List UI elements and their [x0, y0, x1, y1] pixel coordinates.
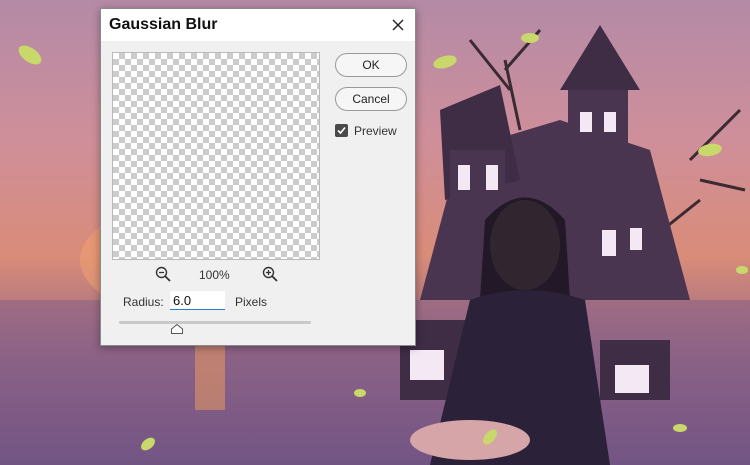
cancel-button[interactable]: Cancel [335, 87, 407, 111]
close-icon [392, 19, 404, 31]
dialog-titlebar[interactable]: Gaussian Blur [101, 9, 415, 41]
close-button[interactable] [387, 14, 409, 36]
radius-label: Radius: [123, 295, 164, 309]
checkmark-icon [337, 126, 346, 135]
zoom-out-icon[interactable] [155, 266, 171, 282]
radius-slider-track[interactable] [119, 321, 311, 324]
radius-input[interactable] [170, 291, 225, 310]
ok-button[interactable]: OK [335, 53, 407, 77]
zoom-level: 100% [199, 268, 230, 282]
preview-canvas[interactable] [112, 52, 320, 260]
preview-label: Preview [354, 124, 397, 138]
zoom-controls: 100% [112, 265, 320, 285]
radius-unit-label: Pixels [235, 295, 268, 309]
preview-checkbox[interactable] [335, 124, 348, 137]
gaussian-blur-dialog: Gaussian Blur 100% Radius: Pixels OK Can… [100, 8, 416, 346]
radius-slider-thumb[interactable] [170, 324, 183, 334]
zoom-in-icon[interactable] [262, 266, 278, 282]
dialog-title: Gaussian Blur [109, 16, 218, 33]
